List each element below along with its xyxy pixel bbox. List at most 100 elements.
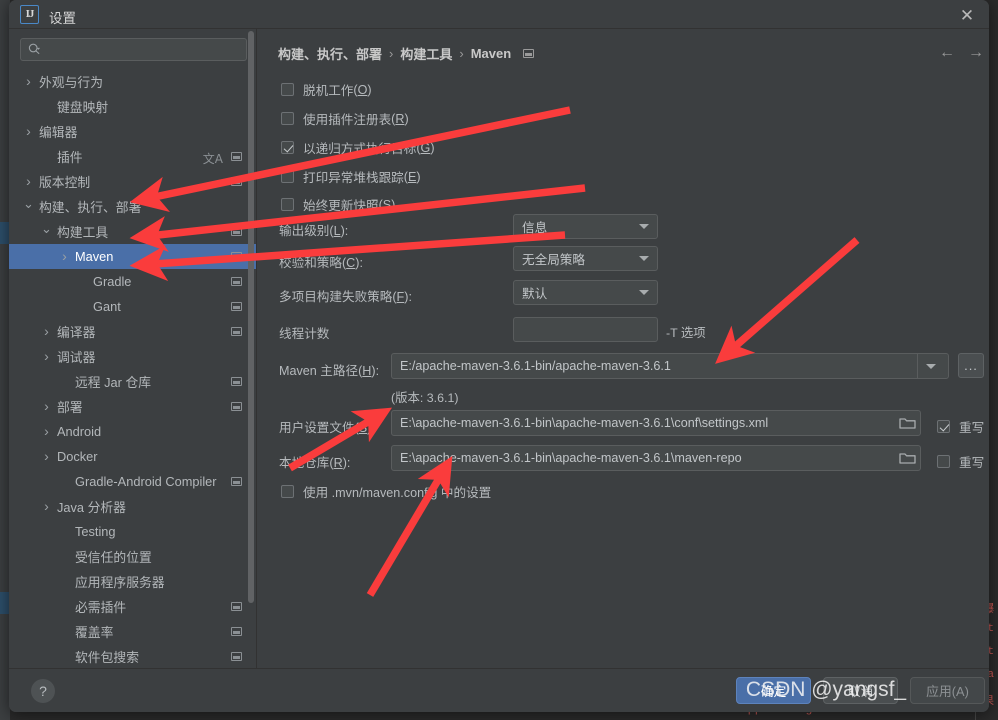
sidebar-item-label: 必需插件 bbox=[75, 600, 127, 615]
sidebar-item-label: 覆盖率 bbox=[75, 625, 114, 640]
checkbox-execute-goals-recursively[interactable]: 以递归方式执行目标 (G) bbox=[281, 138, 435, 157]
sidebar-item-3[interactable]: 插件 文A bbox=[9, 144, 256, 169]
chevron-right-icon[interactable] bbox=[41, 351, 52, 362]
chevron-right-icon[interactable] bbox=[41, 401, 52, 412]
project-scope-badge-icon bbox=[231, 277, 242, 286]
chevron-down-icon[interactable] bbox=[41, 226, 52, 237]
sidebar-item-14[interactable]: Android bbox=[9, 419, 256, 444]
checkbox-work-offline[interactable]: 脱机工作 (O) bbox=[281, 80, 372, 99]
input-thread-count[interactable] bbox=[513, 317, 658, 342]
chevron-down-icon[interactable] bbox=[23, 201, 34, 212]
checkbox-use-mvn-maven-config[interactable]: 使用 .mvn/maven.config 中的设置 bbox=[281, 482, 491, 501]
chevron-right-icon[interactable] bbox=[41, 326, 52, 337]
breadcrumb-item-build-tools[interactable]: 构建工具 bbox=[400, 44, 452, 63]
chevron-right-icon[interactable] bbox=[59, 251, 70, 262]
sidebar-item-7[interactable]: Maven bbox=[9, 244, 256, 269]
sidebar-item-label: 受信任的位置 bbox=[75, 550, 152, 565]
checkbox-box bbox=[281, 112, 294, 125]
sidebar-item-6[interactable]: 构建工具 bbox=[9, 219, 256, 244]
sidebar-item-18[interactable]: Testing bbox=[9, 519, 256, 544]
input-local-repository[interactable]: E:\apache-maven-3.6.1-bin\apache-maven-3… bbox=[391, 445, 921, 471]
sidebar-item-2[interactable]: 编辑器 bbox=[9, 119, 256, 144]
sidebar-item-20[interactable]: 应用程序服务器 bbox=[9, 569, 256, 594]
sidebar-item-9[interactable]: Gant bbox=[9, 294, 256, 319]
sidebar-item-16[interactable]: Gradle-Android Compiler bbox=[9, 469, 256, 494]
search-input[interactable] bbox=[20, 38, 247, 61]
select-maven-home[interactable]: E:/apache-maven-3.6.1-bin/apache-maven-3… bbox=[391, 353, 949, 379]
arrow-right-icon[interactable]: → bbox=[965, 42, 987, 64]
sidebar-item-21[interactable]: 必需插件 bbox=[9, 594, 256, 619]
sidebar-item-10[interactable]: 编译器 bbox=[9, 319, 256, 344]
ok-button[interactable]: 确定 bbox=[736, 677, 811, 704]
sidebar-item-22[interactable]: 覆盖率 bbox=[9, 619, 256, 644]
checkbox-label: 重写 bbox=[959, 456, 985, 470]
sidebar-item-17[interactable]: Java 分析器 bbox=[9, 494, 256, 519]
breadcrumb-item-maven[interactable]: Maven bbox=[471, 46, 511, 61]
sidebar-item-5[interactable]: 构建、执行、部署 bbox=[9, 194, 256, 219]
dialog-footer: ? 确定 取消 应用(A) bbox=[9, 668, 989, 712]
chevron-right-icon[interactable] bbox=[23, 76, 34, 87]
sidebar-item-19[interactable]: 受信任的位置 bbox=[9, 544, 256, 569]
label-user-settings-file: 用户设置文件(S): bbox=[279, 421, 375, 435]
input-user-settings-file[interactable]: E:\apache-maven-3.6.1-bin\apache-maven-3… bbox=[391, 410, 921, 436]
checkbox-box bbox=[281, 485, 294, 498]
select-output-level[interactable]: 信息 bbox=[513, 214, 658, 239]
folder-icon[interactable] bbox=[899, 416, 916, 430]
sidebar-item-23[interactable]: 软件包搜索 bbox=[9, 644, 256, 668]
chevron-right-icon[interactable] bbox=[23, 176, 34, 187]
checkbox-box bbox=[281, 198, 294, 211]
sidebar-item-label: 调试器 bbox=[57, 350, 96, 365]
sidebar-item-label: Java 分析器 bbox=[57, 500, 126, 515]
arrow-left-icon[interactable]: ← bbox=[936, 42, 958, 64]
project-scope-badge-icon bbox=[231, 652, 242, 661]
label-multiproject-fail-policy: 多项目构建失败策略(F): bbox=[279, 290, 412, 304]
project-scope-badge-icon bbox=[231, 477, 242, 486]
select-multiproject-fail-policy[interactable]: 默认 bbox=[513, 280, 658, 305]
sidebar-item-0[interactable]: 外观与行为 bbox=[9, 69, 256, 94]
mnemonic: (G) bbox=[416, 140, 435, 155]
sidebar-item-1[interactable]: 键盘映射 bbox=[9, 94, 256, 119]
checkbox-use-plugin-registry[interactable]: 使用插件注册表 (R) bbox=[281, 109, 409, 128]
input-user-settings-file-value: E:\apache-maven-3.6.1-bin\apache-maven-3… bbox=[400, 416, 769, 430]
close-icon[interactable]: ✕ bbox=[955, 3, 979, 27]
sidebar-item-15[interactable]: Docker bbox=[9, 444, 256, 469]
sidebar-item-13[interactable]: 部署 bbox=[9, 394, 256, 419]
chevron-right-icon[interactable] bbox=[41, 426, 52, 437]
help-icon[interactable]: ? bbox=[31, 679, 55, 703]
checkbox-label: 脱机工作 bbox=[303, 84, 354, 98]
checkbox-override-local-repository[interactable]: 重写 bbox=[937, 452, 984, 471]
sidebar-item-label: Android bbox=[57, 424, 102, 439]
browse-maven-home-button[interactable]: ... bbox=[958, 353, 984, 378]
chevron-down-icon bbox=[639, 224, 649, 229]
mnemonic: (R) bbox=[391, 111, 409, 126]
sidebar-item-label: 构建工具 bbox=[57, 225, 109, 240]
breadcrumb-separator: › bbox=[459, 46, 464, 61]
checkbox-label: 使用 .mvn/maven.config 中的设置 bbox=[303, 486, 492, 500]
checkbox-override-user-settings[interactable]: 重写 bbox=[937, 417, 984, 436]
mnemonic: (O) bbox=[353, 82, 372, 97]
checkbox-print-exception-stacktraces[interactable]: 打印异常堆栈跟踪 (E) bbox=[281, 167, 421, 186]
intellij-idea-icon: IJ bbox=[20, 5, 39, 24]
apply-button[interactable]: 应用(A) bbox=[910, 677, 985, 704]
chevron-right-icon[interactable] bbox=[41, 501, 52, 512]
chevron-right-icon[interactable] bbox=[41, 451, 52, 462]
sidebar-item-4[interactable]: 版本控制 bbox=[9, 169, 256, 194]
settings-sidebar: 外观与行为键盘映射编辑器插件 文A 版本控制构建、执行、部署构建工具 Maven Gra… bbox=[9, 29, 256, 668]
checkbox-always-update-snapshots[interactable]: 始终更新快照 (S) bbox=[281, 195, 395, 214]
checkbox-box bbox=[281, 141, 294, 154]
sidebar-item-8[interactable]: Gradle bbox=[9, 269, 256, 294]
breadcrumb-item-build[interactable]: 构建、执行、部署 bbox=[278, 44, 382, 63]
sidebar-item-label: Gradle-Android Compiler bbox=[75, 474, 217, 489]
project-scope-badge-icon bbox=[231, 627, 242, 636]
dialog-titlebar: IJ 设置 ✕ bbox=[9, 0, 989, 29]
select-checksum-policy[interactable]: 无全局策略 bbox=[513, 246, 658, 271]
sidebar-item-11[interactable]: 调试器 bbox=[9, 344, 256, 369]
sidebar-scrollbar[interactable] bbox=[248, 31, 254, 603]
folder-icon[interactable] bbox=[899, 451, 916, 465]
checkbox-box bbox=[937, 420, 950, 433]
chevron-down-icon bbox=[639, 256, 649, 261]
cancel-button[interactable]: 取消 bbox=[823, 677, 898, 704]
checkbox-label: 打印异常堆栈跟踪 bbox=[303, 171, 404, 185]
chevron-right-icon[interactable] bbox=[23, 126, 34, 137]
sidebar-item-12[interactable]: 远程 Jar 仓库 bbox=[9, 369, 256, 394]
